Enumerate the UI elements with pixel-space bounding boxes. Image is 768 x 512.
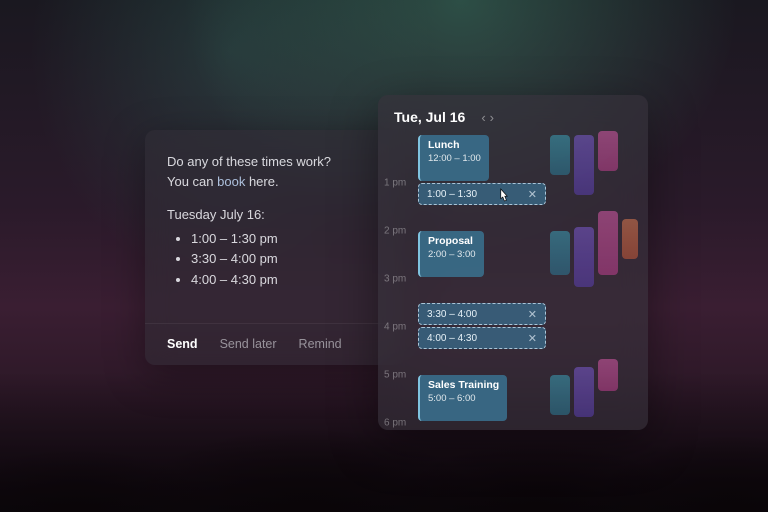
list-item: 4:00 – 4:30 pm [191, 270, 383, 290]
next-day-button[interactable]: › [490, 110, 494, 125]
event-sales-training[interactable]: Sales Training 5:00 – 6:00 [418, 375, 507, 421]
prev-day-button[interactable]: ‹ [481, 110, 485, 125]
book-link[interactable]: book [217, 174, 245, 189]
remind-button[interactable]: Remind [299, 335, 342, 354]
close-icon[interactable]: ✕ [528, 332, 537, 345]
message-line-2: You can book here. [167, 172, 383, 192]
availability-block [550, 375, 570, 415]
availability-block [598, 211, 618, 275]
message-date-heading: Tuesday July 16: [167, 205, 383, 225]
calendar-body[interactable]: 1 pm 2 pm 3 pm 4 pm 5 pm 6 pm Lunch 12:0… [378, 135, 648, 428]
availability-block [550, 135, 570, 175]
availability-block [598, 131, 618, 171]
proposed-slot-3[interactable]: 4:00 – 4:30 ✕ [418, 327, 546, 349]
proposed-slot-2[interactable]: 3:30 – 4:00 ✕ [418, 303, 546, 325]
proposed-slot-1[interactable]: 1:00 – 1:30 ✕ [418, 183, 546, 205]
hour-label: 4 pm [384, 322, 406, 333]
list-item: 1:00 – 1:30 pm [191, 229, 383, 249]
send-button[interactable]: Send [167, 335, 198, 354]
hour-label: 3 pm [384, 274, 406, 285]
message-actions: Send Send later Remind [145, 323, 405, 365]
availability-block [550, 231, 570, 275]
hour-label: 1 pm [384, 178, 406, 189]
hour-label: 2 pm [384, 226, 406, 237]
close-icon[interactable]: ✕ [528, 188, 537, 201]
availability-block [598, 359, 618, 391]
calendar-card: Tue, Jul 16 ‹ › 1 pm 2 pm 3 pm 4 pm 5 pm… [378, 95, 648, 430]
times-list: 1:00 – 1:30 pm 3:30 – 4:00 pm 4:00 – 4:3… [167, 229, 383, 290]
close-icon[interactable]: ✕ [528, 308, 537, 321]
availability-block [622, 219, 638, 259]
event-lunch[interactable]: Lunch 12:00 – 1:00 [418, 135, 489, 181]
availability-block [574, 367, 594, 417]
availability-block [574, 135, 594, 195]
message-line-1: Do any of these times work? [167, 152, 383, 172]
calendar-title: Tue, Jul 16 [394, 109, 465, 125]
availability-block [574, 227, 594, 287]
event-proposal[interactable]: Proposal 2:00 – 3:00 [418, 231, 484, 277]
calendar-header: Tue, Jul 16 ‹ › [378, 95, 648, 135]
send-later-button[interactable]: Send later [220, 335, 277, 354]
hour-label: 6 pm [384, 418, 406, 429]
list-item: 3:30 – 4:00 pm [191, 249, 383, 269]
hour-label: 5 pm [384, 370, 406, 381]
compose-message-card: Do any of these times work? You can book… [145, 130, 405, 365]
